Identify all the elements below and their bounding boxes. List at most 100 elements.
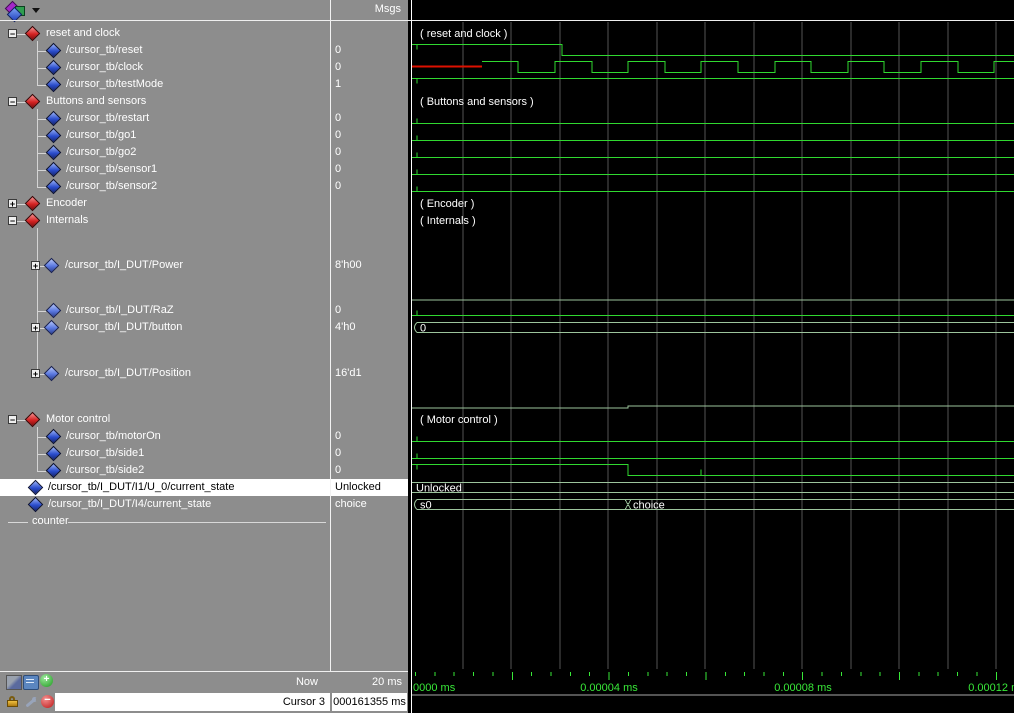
tree-row[interactable]: /cursor_tb/I_DUT/I1/U_0/current_state (0, 479, 330, 496)
waveform-clock (482, 62, 1014, 73)
now-label: Now (296, 676, 318, 688)
tree-row[interactable]: /cursor_tb/side1 (0, 445, 330, 462)
insert-cursor-icon[interactable] (6, 675, 22, 690)
cursor-time-field[interactable]: 000161355 ms (332, 693, 407, 711)
cursor-bar: − Cursor 3 000161355 ms (0, 692, 408, 713)
timeline-ruler[interactable]: 0000 ms0.00004 ms0.00008 ms0.00012 ms (412, 672, 1014, 695)
divider-line (8, 522, 28, 523)
collapse-minus-icon[interactable]: − (8, 29, 17, 38)
signal-diamond-icon (46, 110, 62, 126)
lock-cursor-icon[interactable] (7, 696, 19, 708)
divider-line (0, 671, 408, 672)
signal-value: 0 (331, 302, 408, 319)
signal-value: 16'd1 (331, 336, 408, 411)
signal-value: 0 (331, 161, 408, 178)
analog-trace-Position (412, 406, 1014, 408)
signal-diamond-icon (44, 257, 60, 273)
signal-label: /cursor_tb/I_DUT/RaZ (66, 304, 174, 316)
tree-row[interactable]: /cursor_tb/testMode (0, 76, 330, 93)
wave-plot-panel[interactable]: ( reset and clock )( Buttons and sensors… (408, 0, 1014, 713)
signal-label: /cursor_tb/go2 (66, 146, 136, 158)
timeline-label: 0.00012 ms (968, 682, 1014, 694)
column-divider[interactable] (330, 0, 331, 692)
tree-row[interactable]: /cursor_tb/sensor2 (0, 178, 330, 195)
signal-value: 0 (331, 462, 408, 479)
group-label: Encoder (46, 197, 87, 209)
wrench-icon[interactable] (24, 696, 37, 708)
add-cursor-icon[interactable]: + (40, 674, 53, 687)
signal-value: Unlocked (331, 479, 408, 496)
signal-diamond-icon (46, 59, 62, 75)
wave-group-label: ( reset and clock ) (420, 28, 507, 40)
tree-row[interactable]: + Encoder (0, 195, 330, 212)
signal-diamond-icon (44, 319, 60, 335)
signal-diamond-icon (28, 496, 44, 512)
wave-group-label: ( Encoder ) (420, 198, 474, 210)
tree-row[interactable]: −Motor control (0, 411, 330, 428)
tree-row[interactable]: −Internals (0, 212, 330, 229)
bus-open-paren (415, 323, 418, 333)
signal-diamond-icon (46, 302, 62, 318)
tree-row[interactable]: /cursor_tb/I_DUT/RaZ (0, 302, 330, 319)
tree-row[interactable]: /cursor_tb/go2 (0, 144, 330, 161)
tree-row[interactable]: /cursor_tb/sensor1 (0, 161, 330, 178)
signal-label: /cursor_tb/testMode (66, 78, 163, 90)
tree-row[interactable]: + /cursor_tb/I_DUT/Position (0, 336, 330, 411)
signal-label: /cursor_tb/clock (66, 61, 143, 73)
signal-value: 0 (331, 42, 408, 59)
signal-label: /cursor_tb/I_DUT/I4/current_state (48, 498, 211, 510)
msgs-column-header: Msgs (375, 3, 401, 15)
waveform-reset (412, 45, 1014, 56)
wave-group-label: ( Internals ) (420, 215, 476, 227)
collapse-minus-icon[interactable]: − (8, 97, 17, 106)
tree-row[interactable]: + /cursor_tb/I_DUT/button (0, 319, 330, 336)
tree-row[interactable]: +/cursor_tb/I_DUT/Power (0, 229, 330, 302)
group-diamond-icon (25, 93, 41, 109)
signal-diamond-icon (44, 365, 60, 381)
signal-value: 1 (331, 76, 408, 93)
tree-row[interactable]: /cursor_tb/I_DUT/I4/current_state (0, 496, 330, 513)
tree-row[interactable]: −Buttons and sensors (0, 93, 330, 110)
cursor-name-field[interactable]: Cursor 3 (55, 693, 330, 711)
collapse-minus-icon[interactable]: − (8, 216, 17, 225)
signal-diamond-icon (46, 161, 62, 177)
signal-label: /cursor_tb/side2 (66, 464, 144, 476)
signal-diamond-icon (46, 462, 62, 478)
signal-label: /cursor_tb/motorOn (66, 430, 161, 442)
bus-value-label: Unlocked (416, 483, 462, 495)
collapse-minus-icon[interactable]: − (8, 415, 17, 424)
signal-label: /cursor_tb/go1 (66, 129, 136, 141)
tree-row[interactable]: /cursor_tb/side2 (0, 462, 330, 479)
expand-plus-icon[interactable]: + (8, 199, 17, 208)
signal-label: /cursor_tb/sensor2 (66, 180, 157, 192)
signal-label: /cursor_tb/I_DUT/button (65, 321, 182, 333)
bus-value-label: 0 (420, 323, 426, 335)
header-divider-line (0, 20, 1014, 21)
signal-diamond-icon (28, 479, 44, 495)
expand-plus-icon[interactable]: + (31, 323, 40, 332)
signal-value (331, 212, 408, 229)
tree-row[interactable]: counter (0, 513, 330, 530)
wave-window-menu-button[interactable] (5, 2, 25, 18)
signal-label: /cursor_tb/I_DUT/Position (65, 367, 191, 379)
expand-plus-icon[interactable]: + (31, 369, 40, 378)
expand-plus-icon[interactable]: + (31, 261, 40, 270)
signal-value (331, 513, 408, 530)
group-diamond-icon (25, 195, 41, 211)
tree-row[interactable]: /cursor_tb/clock (0, 59, 330, 76)
signal-diamond-icon (46, 76, 62, 92)
tree-row[interactable]: /cursor_tb/reset (0, 42, 330, 59)
tree-row[interactable]: −reset and clock (0, 25, 330, 42)
edit-grid-icon[interactable] (23, 675, 39, 690)
tree-row[interactable]: /cursor_tb/restart (0, 110, 330, 127)
tree-row[interactable]: /cursor_tb/motorOn (0, 428, 330, 445)
signal-diamond-icon (46, 178, 62, 194)
tree-row[interactable]: /cursor_tb/go1 (0, 127, 330, 144)
delete-cursor-icon[interactable]: − (41, 695, 54, 708)
signal-value: 0 (331, 144, 408, 161)
signal-label: /cursor_tb/side1 (66, 447, 144, 459)
signal-value (331, 25, 408, 42)
group-diamond-icon (25, 411, 41, 427)
wave-canvas[interactable]: ( reset and clock )( Buttons and sensors… (408, 0, 1014, 713)
bus-open-paren (415, 500, 418, 510)
